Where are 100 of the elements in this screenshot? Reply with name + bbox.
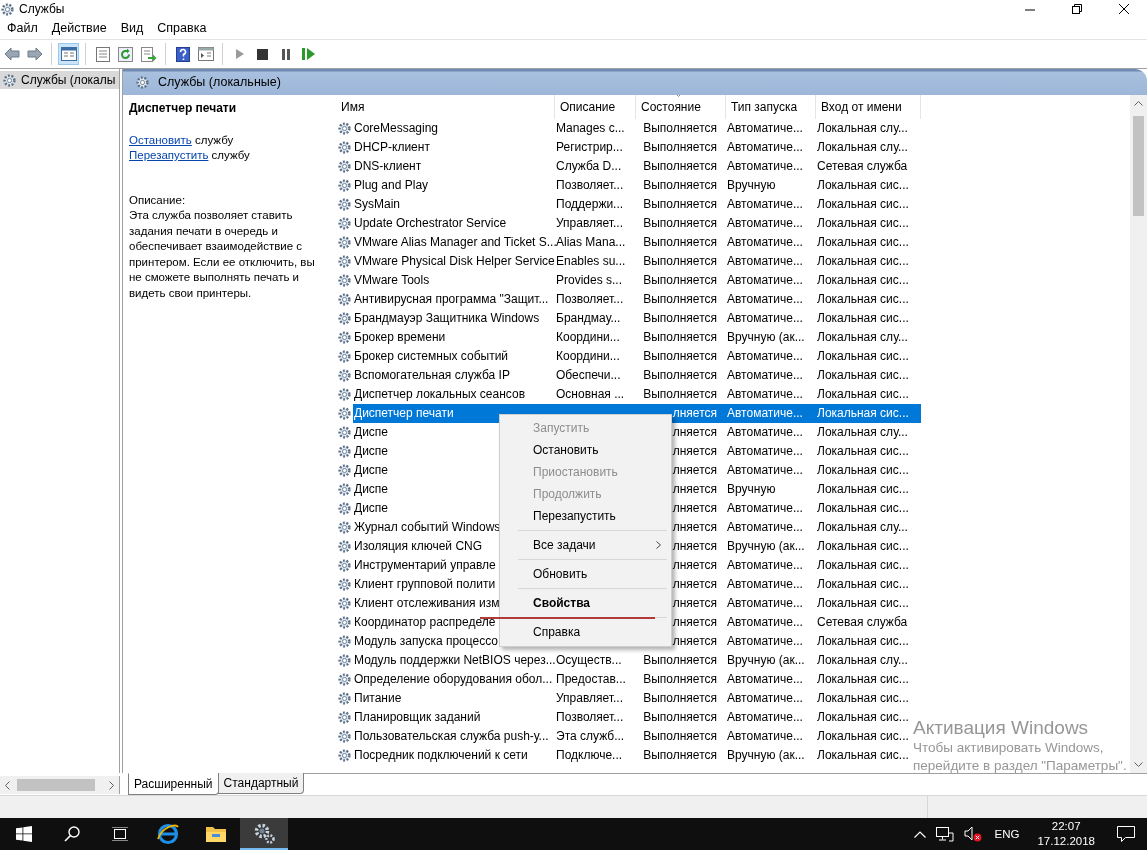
- table-cell: Посредник подключений к сети: [354, 748, 528, 762]
- gear-icon: [135, 74, 150, 90]
- table-cell: Клиент отслеживания изм: [354, 596, 500, 610]
- folder-icon: [205, 825, 227, 843]
- gear-icon: [337, 159, 352, 174]
- scrollbar-thumb[interactable]: [1133, 116, 1144, 216]
- table-cell: Выполняется: [643, 273, 717, 287]
- activation-text: Чтобы активировать Windows,: [913, 739, 1105, 757]
- menu-item[interactable]: Все задачи: [500, 534, 671, 556]
- action-link[interactable]: Перезапустить: [129, 149, 209, 161]
- table-cell: Планировщик заданий: [354, 710, 481, 724]
- table-cell: Определение оборудования обол...: [354, 672, 553, 686]
- gear-icon: [337, 520, 352, 535]
- table-cell: Локальная сис...: [817, 729, 909, 743]
- panel-title: Службы (локальные): [158, 75, 281, 89]
- table-cell: Автоматиче...: [727, 140, 803, 154]
- table-cell: Координи...: [556, 349, 620, 363]
- table-cell: Автоматиче...: [727, 292, 803, 306]
- menu-item[interactable]: Файл: [0, 19, 45, 38]
- table-cell: Пользовательская служба push-у...: [354, 729, 549, 743]
- table-cell: Локальная сис...: [817, 406, 909, 420]
- table-cell: Автоматиче...: [727, 672, 803, 686]
- table-cell: Автоматиче...: [727, 387, 803, 401]
- table-cell: Выполняется: [643, 330, 717, 344]
- table-cell: Локальная слу...: [817, 140, 908, 154]
- column-header[interactable]: Тип запуска: [726, 95, 816, 119]
- menu-item[interactable]: Вид: [113, 19, 151, 38]
- table-cell: Локальная сис...: [817, 463, 909, 477]
- menu-item[interactable]: Справка: [150, 19, 214, 38]
- table-cell: Автоматиче...: [727, 444, 803, 458]
- horizontal-scrollbar[interactable]: [0, 776, 120, 794]
- table-cell: Подключе...: [556, 748, 623, 762]
- resume-icon: [302, 48, 315, 60]
- table-cell: Служба D...: [556, 159, 622, 173]
- table-cell: лняется: [672, 558, 717, 572]
- table-cell: Локальная сис...: [817, 596, 909, 610]
- table-cell: Диспе: [354, 425, 388, 439]
- column-header[interactable]: Имя: [336, 95, 555, 119]
- table-cell: Автоматиче...: [727, 121, 803, 135]
- menu-item[interactable]: Действие: [44, 19, 114, 38]
- column-header[interactable]: Описание: [555, 95, 636, 119]
- gear-icon: [337, 292, 352, 307]
- gear-icon: [337, 463, 352, 478]
- table-cell: Локальная слу...: [817, 520, 908, 534]
- gear-icon: [337, 558, 352, 573]
- language-indicator[interactable]: ENG: [986, 818, 1028, 850]
- table-cell: Предостав...: [556, 672, 626, 686]
- table-cell: Update Orchestrator Service: [354, 216, 507, 230]
- table-cell: Автоматиче...: [727, 615, 803, 629]
- table-cell: Регистрир...: [556, 140, 623, 154]
- gear-icon: [337, 672, 352, 687]
- view-pane-icon: [197, 47, 214, 61]
- menu-item[interactable]: Перезапустить: [500, 505, 671, 527]
- table-cell: Вспомогательная служба IP: [354, 368, 510, 382]
- console-tree-button[interactable]: [58, 43, 79, 65]
- gear-icon: [337, 596, 352, 611]
- column-header[interactable]: Состояние: [636, 95, 726, 119]
- action-link[interactable]: Остановить: [129, 133, 192, 146]
- table-cell: Локальная слу...: [817, 121, 908, 135]
- gear-icon: [337, 482, 352, 497]
- clock[interactable]: 22:07 17.12.2018: [1027, 819, 1105, 849]
- table-cell: Координатор распределе: [354, 615, 496, 629]
- globe-e-icon: [156, 822, 180, 846]
- table-cell: Автоматиче...: [727, 520, 803, 534]
- table-cell: Локальная сис...: [817, 178, 909, 192]
- table-cell: Выполняется: [643, 254, 717, 268]
- table-cell: Координи...: [556, 330, 620, 344]
- table-cell: Локальная сис...: [817, 235, 909, 249]
- menu-item[interactable]: Свойства: [500, 592, 671, 614]
- table-cell: Журнал событий Windows: [354, 520, 501, 534]
- table-cell: Локальная слу...: [817, 330, 908, 344]
- network-icon: [935, 826, 954, 842]
- activation-title: Активация Windows: [913, 717, 1090, 739]
- column-header[interactable]: Вход от имени: [816, 95, 921, 119]
- search-icon: [64, 826, 80, 842]
- gear-icon: [337, 254, 352, 269]
- gear-icon: [337, 349, 352, 364]
- table-cell: Выполняется: [643, 159, 717, 173]
- table-cell: Выполняется: [643, 140, 717, 154]
- table-cell: Выполняется: [643, 178, 717, 192]
- view-tab[interactable]: Стандартный: [217, 773, 305, 794]
- table-cell: Сетевая служба: [817, 159, 908, 173]
- console-tree-icon: [60, 47, 77, 61]
- menu-item[interactable]: Остановить: [500, 439, 671, 461]
- table-cell: Автоматиче...: [727, 311, 803, 325]
- menu-item[interactable]: Справка: [500, 621, 671, 643]
- table-cell: Диспе: [354, 501, 388, 515]
- tree-item[interactable]: Службы (локалы: [0, 71, 119, 89]
- view-tab[interactable]: Расширенный: [128, 773, 219, 795]
- menu-item[interactable]: Обновить: [500, 563, 671, 585]
- table-cell: Автоматиче...: [727, 159, 803, 173]
- vertical-scrollbar[interactable]: [1130, 95, 1147, 773]
- table-cell: Выполняется: [643, 748, 717, 762]
- task-view-icon: [112, 827, 128, 841]
- table-cell: Выполняется: [643, 653, 717, 667]
- table-cell: Выполняется: [643, 121, 717, 135]
- forward-arrow-icon: [26, 47, 43, 61]
- table-cell: VMware Physical Disk Helper Service: [354, 254, 555, 268]
- gears-button[interactable]: [240, 818, 288, 850]
- gear-icon: [337, 368, 352, 383]
